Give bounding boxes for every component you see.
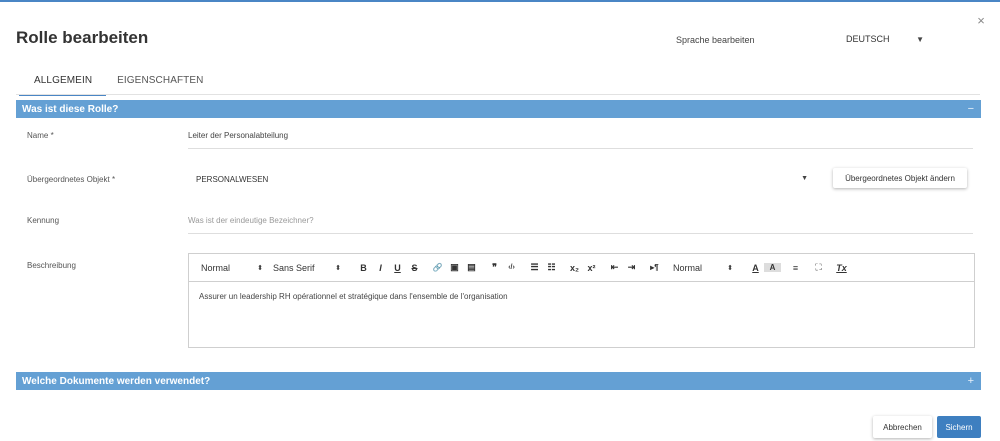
font-select-value: Sans Serif	[273, 262, 315, 273]
italic-icon[interactable]: I	[372, 263, 389, 273]
up-down-icon: ⬍	[335, 264, 341, 272]
description-editor: Normal ⬍ Sans Serif ⬍ B I U S 🔗 ▣ ▤ ❞ ‹/…	[188, 253, 975, 348]
up-down-icon: ⬍	[727, 264, 733, 272]
caret-down-icon: ▼	[801, 175, 808, 182]
description-text-area[interactable]: Assurer un leadership RH opérationnel et…	[189, 282, 974, 311]
tab-properties[interactable]: EIGENSCHAFTEN	[102, 69, 217, 96]
bullet-list-icon[interactable]: ☷	[543, 262, 560, 273]
identifier-input[interactable]: Was ist der eindeutige Bezeichner?	[188, 216, 973, 234]
video-icon[interactable]: ▤	[463, 262, 480, 273]
code-block-icon[interactable]: ‹/›	[503, 264, 520, 271]
tab-bar: ALLGEMEIN EIGENSCHAFTEN	[19, 69, 217, 96]
parent-object-label: Übergeordnetes Objekt *	[27, 175, 116, 184]
size-select[interactable]: Normal ⬍	[673, 263, 733, 273]
cancel-button[interactable]: Abbrechen	[873, 416, 932, 438]
tab-general[interactable]: ALLGEMEIN	[19, 69, 107, 96]
language-selected-value: DEUTSCH	[846, 34, 890, 44]
clear-format-icon[interactable]: Tx	[833, 263, 850, 273]
subscript-icon[interactable]: x₂	[566, 263, 583, 273]
parent-object-value: PERSONALWESEN	[196, 175, 269, 184]
description-label: Beschreibung	[27, 261, 76, 270]
section-documents-title: Welche Dokumente werden verwendet?	[22, 375, 211, 387]
up-down-icon: ⬍	[257, 264, 263, 272]
bold-icon[interactable]: B	[355, 263, 372, 273]
heading-select-value: Normal	[201, 262, 231, 273]
save-button[interactable]: Sichern	[937, 416, 981, 438]
background-color-icon[interactable]: A	[764, 263, 781, 272]
name-label: Name *	[27, 131, 54, 140]
heading-select[interactable]: Normal ⬍	[201, 263, 263, 273]
dialog-top-border	[0, 0, 1000, 2]
section-general-title: Was ist diese Rolle?	[22, 103, 119, 115]
outdent-icon[interactable]: ⇤	[606, 262, 623, 273]
text-direction-icon[interactable]: ▸¶	[646, 263, 663, 272]
caret-down-icon: ▼	[916, 34, 924, 44]
language-select[interactable]: DEUTSCH ▼	[846, 30, 930, 48]
editor-toolbar: Normal ⬍ Sans Serif ⬍ B I U S 🔗 ▣ ▤ ❞ ‹/…	[189, 254, 974, 282]
name-input[interactable]: Leiter der Personalabteilung	[188, 131, 973, 149]
align-icon[interactable]: ≡	[787, 263, 804, 273]
section-documents-header[interactable]: Welche Dokumente werden verwendet? +	[16, 372, 981, 390]
tabs-divider	[16, 94, 980, 95]
superscript-icon[interactable]: x²	[583, 263, 600, 273]
identifier-label: Kennung	[27, 216, 60, 225]
font-select[interactable]: Sans Serif ⬍	[273, 263, 341, 273]
link-icon[interactable]: 🔗	[429, 263, 446, 272]
underline-icon[interactable]: U	[389, 263, 406, 273]
image-icon[interactable]: ▣	[446, 262, 463, 273]
collapse-icon[interactable]: −	[968, 103, 974, 115]
language-label: Sprache bearbeiten	[676, 35, 755, 45]
close-icon[interactable]: ×	[974, 14, 988, 28]
fullscreen-icon[interactable]: ⛶	[810, 262, 827, 273]
ordered-list-icon[interactable]: ☰	[526, 262, 543, 273]
blockquote-icon[interactable]: ❞	[486, 262, 503, 273]
indent-icon[interactable]: ⇥	[623, 262, 640, 273]
font-color-icon[interactable]: A	[747, 263, 764, 273]
dialog-title: Rolle bearbeiten	[16, 28, 149, 47]
parent-object-select[interactable]: PERSONALWESEN ▼	[188, 175, 818, 184]
expand-icon[interactable]: +	[968, 375, 974, 387]
size-select-value: Normal	[673, 262, 703, 273]
change-parent-object-button[interactable]: Übergeordnetes Objekt ändern	[833, 168, 967, 188]
section-general-header[interactable]: Was ist diese Rolle? −	[16, 100, 981, 118]
strikethrough-icon[interactable]: S	[406, 263, 423, 273]
